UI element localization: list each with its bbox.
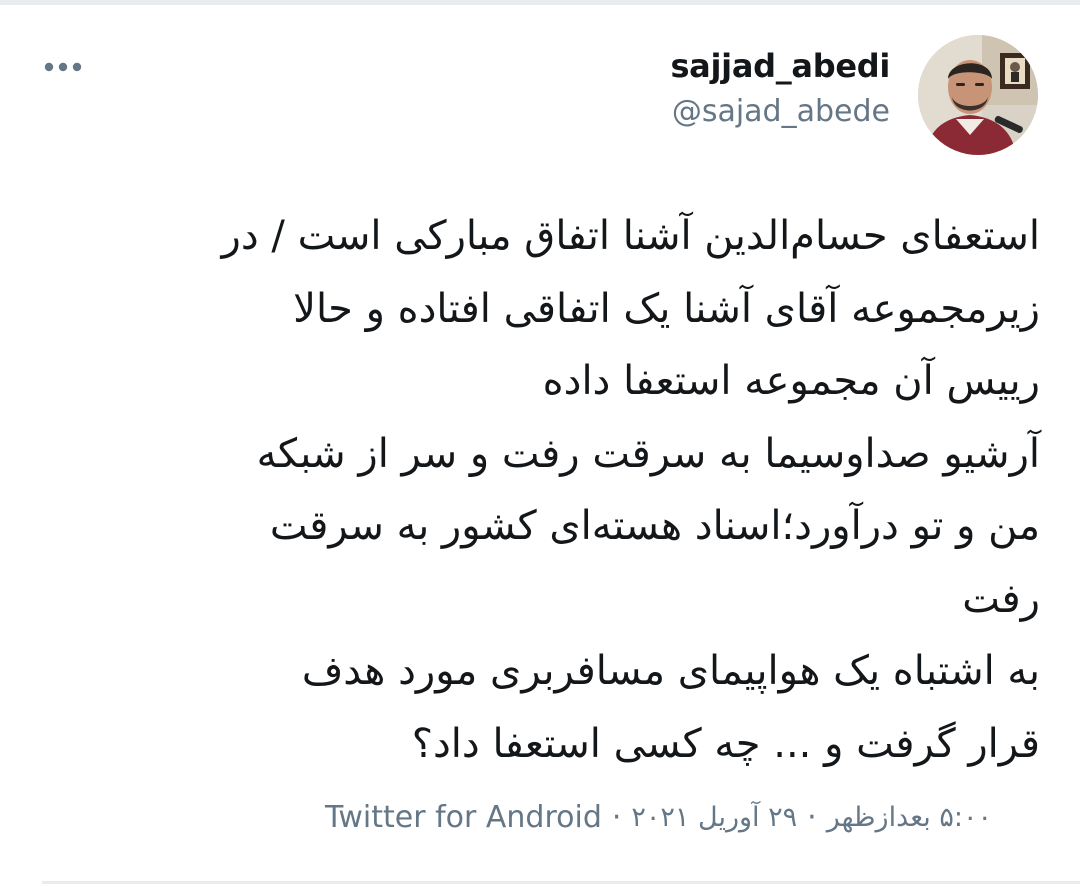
metadata-separator: · <box>807 800 817 835</box>
user-handle: @sajad_abede <box>671 94 890 129</box>
more-options-button[interactable] <box>40 50 86 84</box>
tweet-date: ۲۹ آوریل ۲۰۲۱ <box>631 802 798 833</box>
tweet-text-line: به اشتباه یک هواپیمای مسافربری مورد هدف <box>301 648 1040 694</box>
display-name: sajjad_abedi <box>670 47 890 85</box>
avatar-image <box>918 35 1038 155</box>
tweet-source-link[interactable]: Twitter for Android <box>325 796 602 840</box>
tweet-text-line: رییس آن مجموعه استعفا داده <box>542 358 1040 404</box>
metadata-separator: · <box>611 800 622 835</box>
tweet-text-line: قرار گرفت و ... چه کسی استعفا داد؟ <box>411 720 1040 767</box>
tweet-author[interactable]: sajjad_abedi @sajad_abede <box>670 44 890 134</box>
tweet-time: ۵:۰۰ بعدازظهر <box>826 802 992 833</box>
top-divider <box>0 0 1080 5</box>
avatar[interactable] <box>918 35 1038 155</box>
tweet-text-line: من و تو درآورد؛اسناد هسته‌ای کشور به سرق… <box>269 503 1040 549</box>
tweet-metadata: Twitter for Android · ۲۹ آوریل ۲۰۲۱ · ۵:… <box>325 796 1045 840</box>
bottom-divider <box>42 881 1080 884</box>
tweet-text-line: زیرمجموعه آقای آشنا یک اتفاقی افتاده و ح… <box>293 285 1040 332</box>
tweet-text-line: استعفای حسام‌الدین آشنا اتفاق مبارکی است… <box>221 213 1040 259</box>
tweet-text-line: آرشیو صداوسیما به سرقت رفت و سر از شبکه <box>256 430 1040 477</box>
tweet-text: استعفای حسام‌الدین آشنا اتفاق مبارکی است… <box>40 200 1040 780</box>
tweet-text-line: رفت <box>962 575 1040 622</box>
more-horizontal-icon <box>44 62 82 72</box>
